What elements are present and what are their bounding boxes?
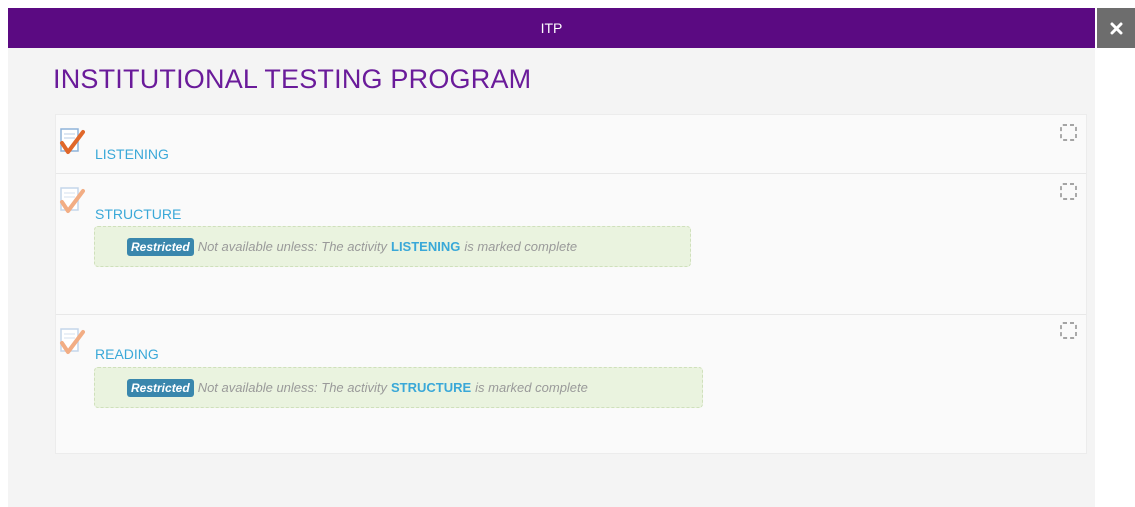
activity-modal: ITP INSTITUTIONAL TESTING PROGRAM LISTEN…: [8, 8, 1095, 507]
activity-link-structure[interactable]: STRUCTURE: [95, 206, 181, 222]
quiz-check-icon: [60, 187, 85, 213]
restricted-badge: Restricted: [127, 237, 194, 256]
close-icon: [1110, 22, 1122, 34]
restricted-badge: Restricted: [127, 378, 194, 397]
activity-listening: LISTENING: [56, 115, 1086, 174]
completion-checkbox-icon[interactable]: [1060, 183, 1077, 200]
restriction-prefix: Not available unless: The activity: [197, 239, 387, 254]
restriction-notice: Restricted Not available unless: The act…: [94, 367, 703, 408]
quiz-check-icon: [60, 128, 85, 154]
page-title: INSTITUTIONAL TESTING PROGRAM: [53, 64, 532, 94]
required-activity-link[interactable]: STRUCTURE: [391, 380, 471, 395]
activity-link-listening[interactable]: LISTENING: [95, 146, 169, 162]
close-button[interactable]: [1097, 8, 1135, 48]
activity-list: LISTENING STRUCTURE Restricted Not avail…: [55, 114, 1087, 454]
modal-title: ITP: [540, 20, 563, 36]
restriction-notice: Restricted Not available unless: The act…: [94, 226, 691, 267]
activity-link-reading[interactable]: READING: [95, 346, 159, 362]
quiz-check-icon: [60, 328, 85, 354]
restriction-suffix: is marked complete: [475, 380, 588, 395]
restriction-prefix: Not available unless: The activity: [197, 380, 387, 395]
completion-checkbox-icon[interactable]: [1060, 322, 1077, 339]
activity-structure: STRUCTURE Restricted Not available unles…: [56, 174, 1086, 315]
restriction-suffix: is marked complete: [464, 239, 578, 254]
required-activity-link[interactable]: LISTENING: [391, 239, 460, 254]
modal-header: ITP: [8, 8, 1095, 48]
completion-checkbox-icon[interactable]: [1060, 124, 1077, 141]
activity-reading: READING Restricted Not available unless:…: [56, 315, 1086, 453]
